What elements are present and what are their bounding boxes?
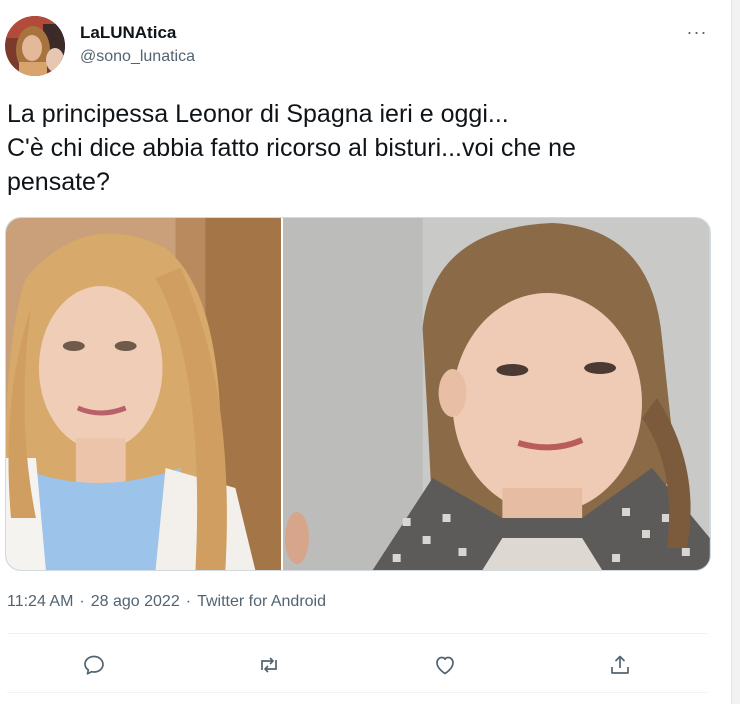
- tweet-text-line: C'è chi dice abbia fatto ricorso al bist…: [7, 134, 576, 162]
- author-handle[interactable]: @sono_lunatica: [80, 48, 195, 66]
- divider: [7, 633, 707, 634]
- photo-right[interactable]: [281, 218, 710, 570]
- tweet-text: La principessa Leonor di Spagna ieri e o…: [7, 97, 707, 199]
- photo-left[interactable]: [6, 218, 282, 570]
- meta-separator: ·: [185, 593, 192, 610]
- tweet-source[interactable]: Twitter for Android: [197, 593, 326, 610]
- avatar-image: [5, 16, 65, 76]
- tweet-card: LaLUNAtica @sono_lunatica ··· La princip…: [0, 0, 730, 704]
- like-icon: [436, 656, 454, 675]
- reply-button[interactable]: [79, 650, 109, 680]
- tweet-meta: 11:24 AM · 28 ago 2022 · Twitter for Android: [7, 593, 326, 611]
- portrait-young-image: [6, 218, 282, 570]
- scrollbar-edge: [731, 0, 740, 704]
- divider: [7, 692, 707, 693]
- tweet-date[interactable]: 28 ago 2022: [91, 593, 180, 610]
- tweet-time[interactable]: 11:24 AM: [7, 593, 73, 610]
- tweet-text-line: pensate?: [7, 168, 110, 196]
- reply-icon: [84, 655, 104, 675]
- tweet-text-line: La principessa Leonor di Spagna ieri e o…: [7, 100, 509, 128]
- avatar[interactable]: [5, 16, 65, 76]
- more-options-button[interactable]: ···: [684, 20, 710, 44]
- share-button[interactable]: [605, 650, 635, 680]
- share-icon: [611, 655, 629, 674]
- more-icon: ···: [686, 21, 708, 42]
- tweet-media: [5, 217, 711, 571]
- retweet-button[interactable]: [254, 650, 284, 680]
- like-button[interactable]: [430, 650, 460, 680]
- author-name[interactable]: LaLUNAtica: [80, 23, 176, 43]
- tweet-actions: [7, 636, 707, 692]
- meta-separator: ·: [79, 593, 85, 610]
- portrait-teen-image: [283, 218, 710, 570]
- retweet-icon: [261, 657, 277, 673]
